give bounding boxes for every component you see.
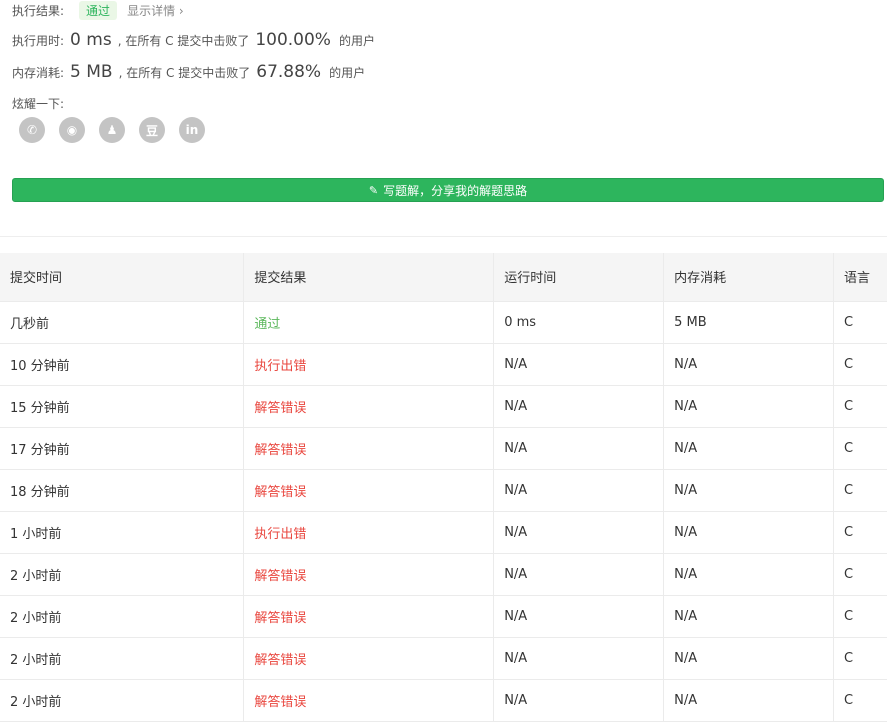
cell-submit-result[interactable]: 解答错误 [243, 469, 495, 512]
cell-runtime: N/A [493, 637, 665, 680]
cell-runtime: N/A [493, 469, 665, 512]
memory-percent: 67.88% [256, 62, 322, 82]
table-row: 几秒前 通过 0 ms 5 MB C [0, 301, 887, 344]
cell-language: C [833, 553, 887, 596]
table-row: 2 小时前 解答错误 N/A N/A C [0, 679, 887, 722]
cell-submit-result[interactable]: 解答错误 [243, 385, 495, 428]
table-row: 10 分钟前 执行出错 N/A N/A C [0, 343, 887, 386]
pencil-icon: ✎ [368, 183, 379, 197]
result-label: 执行结果: [12, 3, 65, 18]
cell-submit-time: 10 分钟前 [0, 343, 245, 386]
table-row: 2 小时前 解答错误 N/A N/A C [0, 553, 887, 596]
douban-icon[interactable]: 豆 [139, 117, 165, 143]
weibo-icon[interactable]: ◉ [59, 117, 85, 143]
cell-runtime: N/A [493, 511, 665, 554]
cell-submit-time: 2 小时前 [0, 595, 245, 638]
linkedin-icon[interactable]: in [179, 117, 205, 143]
table-row: 17 分钟前 解答错误 N/A N/A C [0, 427, 887, 470]
header-submit-result[interactable]: 提交结果 [243, 253, 495, 302]
cell-memory: N/A [663, 511, 834, 554]
memory-text: , 在所有 C 提交中击败了 [118, 66, 251, 80]
cell-runtime: N/A [493, 385, 665, 428]
memory-label: 内存消耗: [12, 66, 65, 80]
cell-language: C [833, 679, 887, 722]
cell-submit-result[interactable]: 执行出错 [243, 343, 495, 386]
cell-submit-time: 2 小时前 [0, 679, 245, 722]
cell-memory: N/A [663, 679, 834, 722]
runtime-row: 执行用时: 0 ms , 在所有 C 提交中击败了 100.00% 的用户 [12, 30, 375, 50]
cell-submit-time: 1 小时前 [0, 511, 245, 554]
cell-submit-time: 18 分钟前 [0, 469, 245, 512]
table-header-row: 提交时间 提交结果 运行时间 内存消耗 语言 [0, 253, 887, 302]
cell-submit-time: 几秒前 [0, 301, 245, 344]
cell-runtime: N/A [493, 595, 665, 638]
cell-memory: N/A [663, 553, 834, 596]
cell-memory: 5 MB [663, 301, 834, 344]
result-summary: 执行结果: 通过 显示详情 › 执行用时: 0 ms , 在所有 C 提交中击败… [0, 0, 887, 238]
cell-submit-result[interactable]: 执行出错 [243, 511, 495, 554]
submissions-table: 提交时间 提交结果 运行时间 内存消耗 语言 几秒前 通过 0 ms 5 MB C 10 … [0, 253, 887, 722]
cell-language: C [833, 469, 887, 512]
cell-runtime: N/A [493, 553, 665, 596]
cell-submit-result[interactable]: 解答错误 [243, 427, 495, 470]
cell-runtime: N/A [493, 343, 665, 386]
cell-runtime: N/A [493, 427, 665, 470]
cell-submit-time: 15 分钟前 [0, 385, 245, 428]
header-runtime[interactable]: 运行时间 [493, 253, 665, 302]
runtime-text: , 在所有 C 提交中击败了 [117, 34, 250, 48]
memory-row: 内存消耗: 5 MB , 在所有 C 提交中击败了 67.88% 的用户 [12, 62, 365, 82]
table-row: 2 小时前 解答错误 N/A N/A C [0, 595, 887, 638]
qq-icon[interactable]: ♟ [99, 117, 125, 143]
wechat-icon[interactable]: ✆ [19, 117, 45, 143]
cell-memory: N/A [663, 469, 834, 512]
table-row: 1 小时前 执行出错 N/A N/A C [0, 511, 887, 554]
memory-suffix: 的用户 [329, 66, 366, 80]
cell-submit-time: 2 小时前 [0, 637, 245, 680]
cell-language: C [833, 301, 887, 344]
cell-language: C [833, 343, 887, 386]
cell-runtime: 0 ms [493, 301, 665, 344]
cell-submit-time: 2 小时前 [0, 553, 245, 596]
cell-submit-result[interactable]: 解答错误 [243, 595, 495, 638]
show-details-link[interactable]: 显示详情 › [127, 2, 184, 19]
status-badge: 通过 [79, 0, 118, 20]
header-submit-time[interactable]: 提交时间 [0, 253, 245, 302]
table-row: 18 分钟前 解答错误 N/A N/A C [0, 469, 887, 512]
cell-memory: N/A [663, 385, 834, 428]
cell-memory: N/A [663, 637, 834, 680]
header-memory[interactable]: 内存消耗 [663, 253, 834, 302]
cell-memory: N/A [663, 595, 834, 638]
divider [0, 236, 887, 237]
cell-submit-result[interactable]: 解答错误 [243, 679, 495, 722]
result-row: 执行结果: 通过 显示详情 › [12, 0, 184, 20]
cell-submit-result[interactable]: 通过 [243, 301, 495, 344]
cell-language: C [833, 511, 887, 554]
write-solution-button[interactable]: ✎ 写题解，分享我的解题思路 [12, 178, 884, 202]
runtime-percent: 100.00% [255, 30, 331, 50]
memory-value: 5 MB [70, 62, 113, 82]
cell-memory: N/A [663, 343, 834, 386]
cell-submit-result[interactable]: 解答错误 [243, 637, 495, 680]
write-solution-label: 写题解，分享我的解题思路 [383, 183, 528, 198]
cell-language: C [833, 595, 887, 638]
runtime-label: 执行用时: [12, 34, 65, 48]
header-language[interactable]: 语言 [833, 253, 887, 302]
cell-submit-result[interactable]: 解答错误 [243, 553, 495, 596]
runtime-value: 0 ms [70, 30, 112, 50]
table-row: 2 小时前 解答错误 N/A N/A C [0, 637, 887, 680]
cell-runtime: N/A [493, 679, 665, 722]
cell-submit-time: 17 分钟前 [0, 427, 245, 470]
cell-language: C [833, 637, 887, 680]
share-icons: ✆ ◉ ♟ 豆 in [19, 117, 205, 143]
share-label: 炫耀一下: [12, 97, 65, 111]
runtime-suffix: 的用户 [338, 34, 375, 48]
cell-language: C [833, 427, 887, 470]
cell-language: C [833, 385, 887, 428]
cell-memory: N/A [663, 427, 834, 470]
table-row: 15 分钟前 解答错误 N/A N/A C [0, 385, 887, 428]
